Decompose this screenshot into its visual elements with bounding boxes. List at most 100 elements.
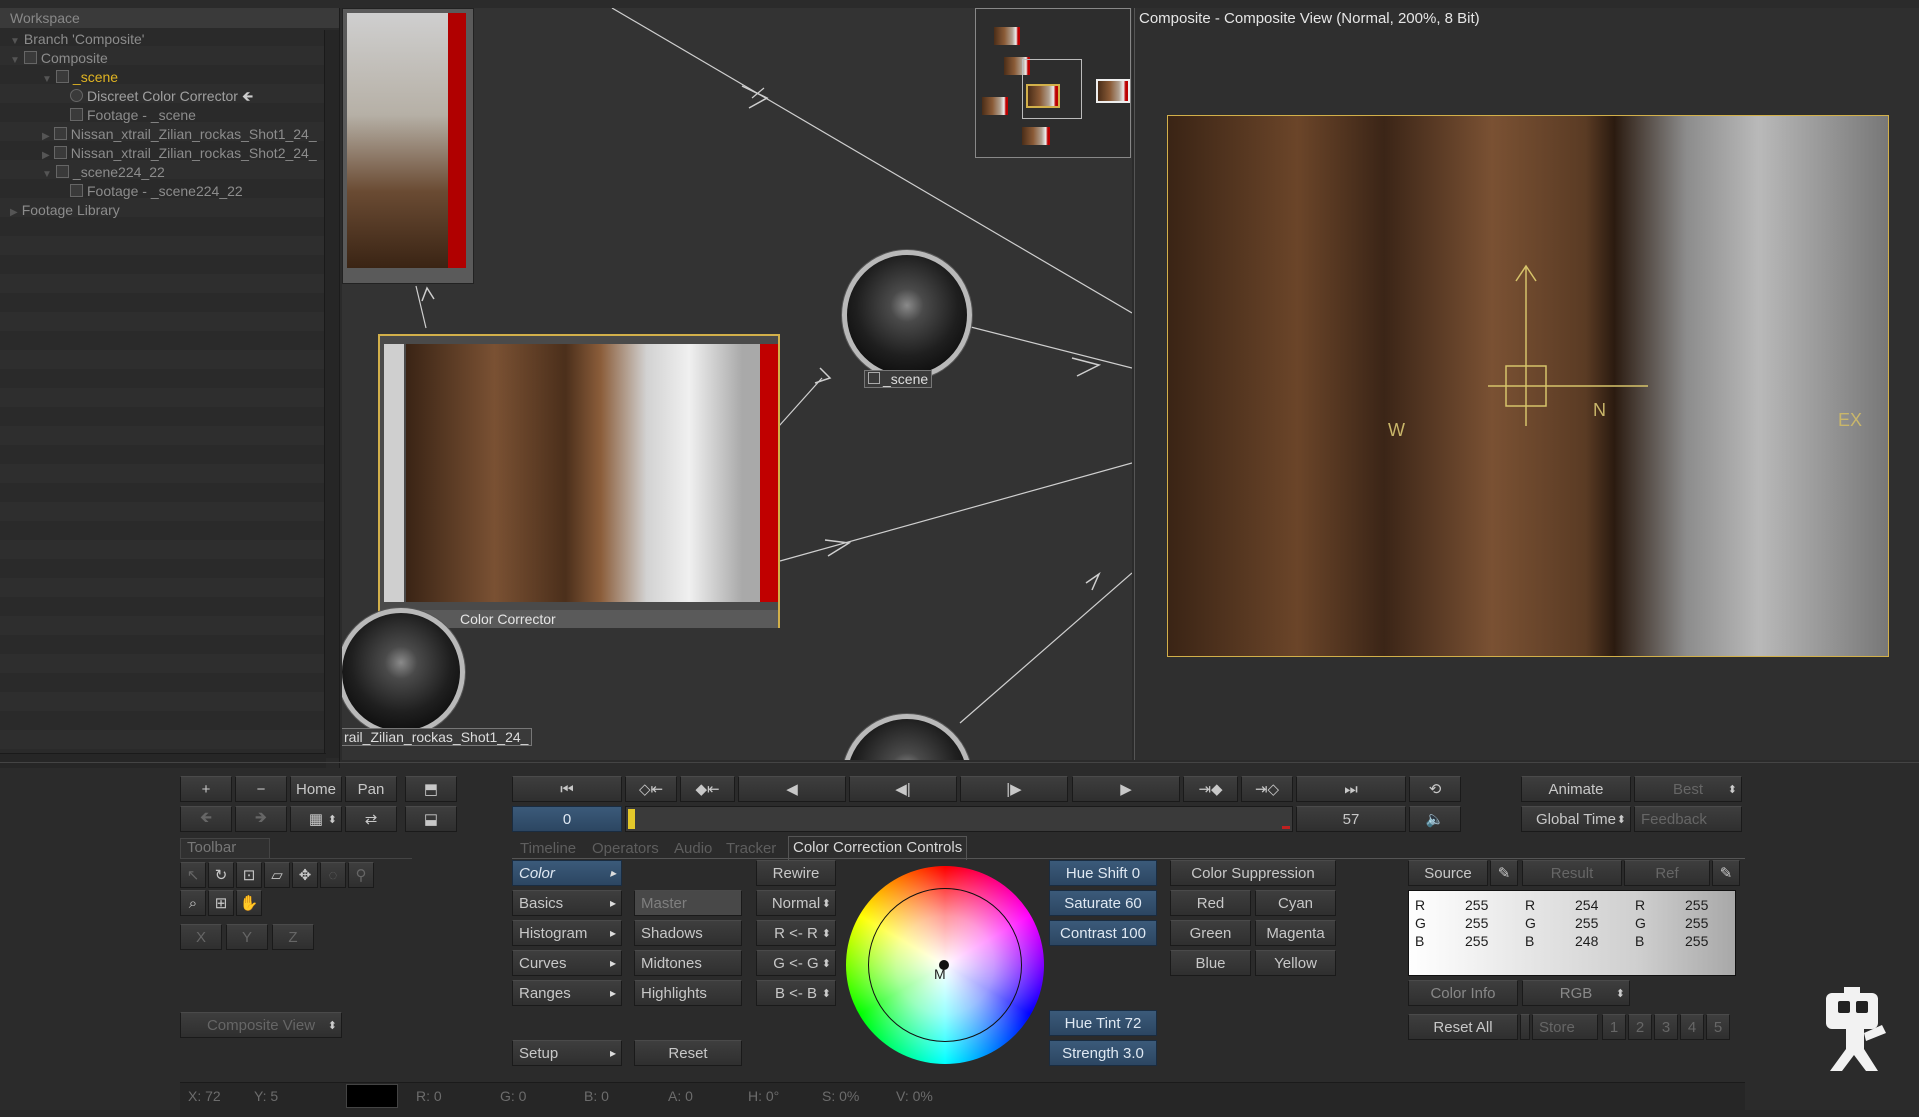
menu-ranges[interactable]: Ranges: [512, 980, 622, 1006]
next-keyframe-button[interactable]: ⇥◆: [1183, 776, 1238, 802]
rotate-tool[interactable]: ↻: [208, 862, 234, 888]
pin-tool[interactable]: ⚲: [348, 862, 374, 888]
store-slot-3[interactable]: 3: [1654, 1014, 1678, 1040]
ref-button[interactable]: Ref: [1624, 860, 1710, 886]
end-frame-field[interactable]: 57: [1296, 806, 1406, 832]
time-mode-select[interactable]: Global Time: [1521, 806, 1631, 832]
axis-y-button[interactable]: Y: [226, 924, 268, 950]
play-button[interactable]: ▶: [1072, 776, 1180, 802]
animate-button[interactable]: Animate: [1521, 776, 1631, 802]
rewire-b-select[interactable]: B <- B: [756, 980, 836, 1006]
go-start-button[interactable]: ⏮: [512, 776, 622, 802]
next-key-button[interactable]: ⇥◇: [1241, 776, 1293, 802]
reset-all-button[interactable]: Reset All: [1408, 1014, 1518, 1040]
zoom-out-button[interactable]: −: [235, 776, 287, 802]
rewire-button[interactable]: Rewire: [756, 860, 836, 886]
expand-icon[interactable]: ▶: [10, 207, 18, 218]
zoom-tool[interactable]: ⌕: [180, 890, 206, 916]
store-slot-2[interactable]: 2: [1628, 1014, 1652, 1040]
skew-tool[interactable]: ▱: [264, 862, 290, 888]
select-tool[interactable]: ↖: [180, 862, 206, 888]
suppress-yellow-button[interactable]: Yellow: [1255, 950, 1336, 976]
footage-node-top[interactable]: [342, 8, 474, 284]
tab-operators[interactable]: Operators: [588, 838, 663, 859]
store-slot-4[interactable]: 4: [1680, 1014, 1704, 1040]
range-midtones[interactable]: Midtones: [634, 950, 742, 976]
go-end-button[interactable]: ⏭: [1296, 776, 1406, 802]
step-back-button[interactable]: ◀|: [849, 776, 957, 802]
rewire-normal-select[interactable]: Normal: [756, 890, 836, 916]
prev-keyframe-button[interactable]: ◆⇤: [680, 776, 735, 802]
suppress-green-button[interactable]: Green: [1170, 920, 1251, 946]
store-slot-1[interactable]: 1: [1602, 1014, 1626, 1040]
forward-button[interactable]: 🡺: [235, 806, 287, 832]
loop-button[interactable]: ⟲: [1409, 776, 1461, 802]
hue-tint-slider[interactable]: Hue Tint 72: [1049, 1010, 1157, 1036]
back-button[interactable]: 🡸: [180, 806, 232, 832]
tab-timeline[interactable]: Timeline: [516, 838, 580, 859]
axis-z-button[interactable]: Z: [272, 924, 314, 950]
shot1-node[interactable]: [342, 608, 465, 736]
text-tool[interactable]: ⊞: [208, 890, 234, 916]
schematic-view[interactable]: Color Corrector _scene rail_Zilian_rocka…: [342, 8, 1132, 760]
tree-item-branch[interactable]: ▼ Branch 'Composite': [10, 30, 144, 49]
color-corrector-node[interactable]: Color Corrector: [378, 334, 780, 628]
range-shadows[interactable]: Shadows: [634, 920, 742, 946]
fit-view-button[interactable]: ⬒: [405, 776, 457, 802]
tree-item-footage-scene224[interactable]: Footage - _scene224_22: [70, 182, 243, 201]
snapshot-button[interactable]: ⬓: [405, 806, 457, 832]
expand-icon[interactable]: ▶: [42, 131, 50, 142]
store-toggle[interactable]: [1520, 1014, 1530, 1040]
schematic-navigator[interactable]: [975, 8, 1131, 158]
tab-audio[interactable]: Audio: [670, 838, 716, 859]
rewire-g-select[interactable]: G <- G: [756, 950, 836, 976]
tree-item-shot2[interactable]: ▶ Nissan_xtrail_Zilian_rockas_Shot2_24_: [42, 144, 317, 163]
prev-key-button[interactable]: ◇⇤: [625, 776, 677, 802]
tree-item-color-corrector[interactable]: Discreet Color Corrector 🡸: [70, 87, 253, 106]
quality-select[interactable]: Best: [1634, 776, 1742, 802]
hue-shift-slider[interactable]: Hue Shift 0: [1049, 860, 1157, 886]
feedback-button[interactable]: Feedback: [1634, 806, 1742, 832]
color-suppression-button[interactable]: Color Suppression: [1170, 860, 1336, 886]
tab-tracker[interactable]: Tracker: [722, 838, 780, 859]
axis-x-button[interactable]: X: [180, 924, 222, 950]
tree-item-shot1[interactable]: ▶ Nissan_xtrail_Zilian_rockas_Shot1_24_: [42, 125, 317, 144]
tree-item-footage-scene[interactable]: Footage - _scene: [70, 106, 196, 125]
pan-button[interactable]: Pan: [345, 776, 397, 802]
range-highlights[interactable]: Highlights: [634, 980, 742, 1006]
suppress-cyan-button[interactable]: Cyan: [1255, 890, 1336, 916]
orbit-tool[interactable]: ◌: [320, 862, 346, 888]
tree-item-scene[interactable]: ▼ _scene: [42, 68, 118, 87]
connect-button[interactable]: ⇄: [345, 806, 397, 832]
home-button[interactable]: Home: [290, 776, 342, 802]
strength-slider[interactable]: Strength 3.0: [1049, 1040, 1157, 1066]
step-forward-button[interactable]: |▶: [960, 776, 1068, 802]
tree-item-composite[interactable]: ▼ Composite: [10, 49, 108, 68]
color-wheel[interactable]: M: [846, 866, 1044, 1064]
reset-button[interactable]: Reset: [634, 1040, 742, 1066]
tab-color-correction[interactable]: Color Correction Controls: [788, 836, 968, 860]
saturate-slider[interactable]: Saturate 60: [1049, 890, 1157, 916]
suppress-red-button[interactable]: Red: [1170, 890, 1251, 916]
expand-icon[interactable]: ▼: [10, 36, 20, 47]
anchor-tool[interactable]: ✥: [292, 862, 318, 888]
menu-setup[interactable]: Setup: [512, 1040, 622, 1066]
expand-icon[interactable]: ▼: [10, 55, 20, 66]
scene-output-node[interactable]: [842, 250, 972, 380]
result-button[interactable]: Result: [1522, 860, 1622, 886]
color-info-button[interactable]: Color Info: [1408, 980, 1518, 1006]
menu-histogram[interactable]: Histogram: [512, 920, 622, 946]
expand-icon[interactable]: ▼: [42, 169, 52, 180]
expand-icon[interactable]: ▼: [42, 74, 52, 85]
tree-item-footage-library[interactable]: ▶ Footage Library: [10, 201, 120, 220]
workspace-vscroll[interactable]: [324, 30, 339, 758]
menu-basics[interactable]: Basics: [512, 890, 622, 916]
hand-tool[interactable]: ✋: [236, 890, 262, 916]
rewire-r-select[interactable]: R <- R: [756, 920, 836, 946]
color-mode-select[interactable]: RGB: [1522, 980, 1630, 1006]
source-button[interactable]: Source: [1408, 860, 1488, 886]
menu-color[interactable]: Color: [512, 860, 622, 886]
tree-item-scene224[interactable]: ▼ _scene224_22: [42, 163, 165, 182]
transform-gizmo[interactable]: N W EX: [1168, 116, 1888, 656]
suppress-magenta-button[interactable]: Magenta: [1255, 920, 1336, 946]
